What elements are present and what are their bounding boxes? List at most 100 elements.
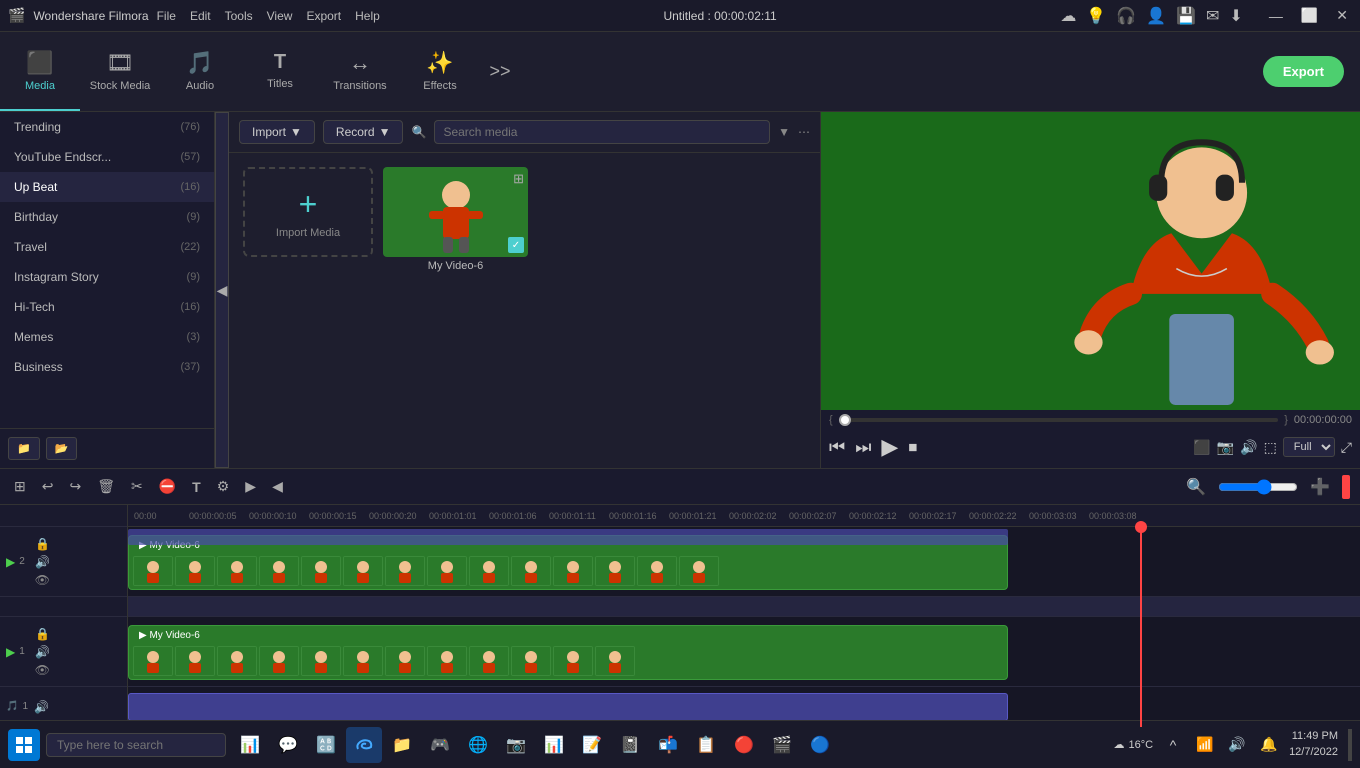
track-v1-lock[interactable]: 🔒 <box>33 626 52 642</box>
taskbar-excel-btn[interactable]: 📊 <box>536 727 572 763</box>
user-icon[interactable]: 👤 <box>1146 6 1166 26</box>
headphone-icon[interactable]: 🎧 <box>1116 6 1136 26</box>
taskbar-search[interactable] <box>46 733 226 757</box>
category-travel[interactable]: Travel (22) <box>0 232 214 262</box>
toolbar-audio[interactable]: 🎵 Audio <box>160 32 240 111</box>
category-memes[interactable]: Memes (3) <box>0 322 214 352</box>
media-search-input[interactable] <box>434 120 770 144</box>
step-back-btn[interactable]: ⏭ <box>855 437 871 458</box>
download-icon[interactable]: ⬇ <box>1229 6 1242 26</box>
taskbar-word-btn[interactable]: 📝 <box>574 727 610 763</box>
taskbar-chrome-btn[interactable]: 🌐 <box>460 727 496 763</box>
media-item-myvideo6[interactable]: ⊞ ✓ My Video-6 <box>383 167 528 272</box>
zoom-out-btn[interactable]: 🔍 <box>1182 475 1210 499</box>
taskbar-widget-btn[interactable]: 📊 <box>232 727 268 763</box>
system-clock[interactable]: 11:49 PM 12/7/2022 <box>1289 729 1338 760</box>
category-youtube[interactable]: YouTube Endscr... (57) <box>0 142 214 172</box>
stop-btn[interactable]: ⏹ <box>908 437 917 458</box>
tray-arrow[interactable]: ^ <box>1159 731 1187 759</box>
panel-collapse-button[interactable]: ◀ <box>215 112 229 468</box>
bulb-icon[interactable]: 💡 <box>1086 6 1106 26</box>
show-desktop-btn[interactable] <box>1348 729 1352 761</box>
new-folder-btn[interactable]: 📁 <box>8 437 40 460</box>
taskbar-store-btn[interactable]: 🔠 <box>308 727 344 763</box>
menu-edit[interactable]: Edit <box>190 9 211 23</box>
a1-audio-clip[interactable] <box>128 693 1008 721</box>
prev-btn[interactable]: ◀ <box>268 476 287 497</box>
toolbar-stock-media[interactable]: 🎞 Stock Media <box>80 32 160 111</box>
toolbar-transitions[interactable]: ↔ Transitions <box>320 32 400 111</box>
menu-view[interactable]: View <box>267 9 293 23</box>
zoom-slider[interactable] <box>1218 479 1298 495</box>
toolbar-media[interactable]: ⬛ Media <box>0 32 80 111</box>
taskbar-explorer-btn[interactable]: 📁 <box>384 727 420 763</box>
screenshot-btn[interactable]: 📷 <box>1217 439 1234 456</box>
toolbar-more[interactable]: >> <box>480 32 520 111</box>
save-icon[interactable]: 💾 <box>1176 6 1196 26</box>
undo-btn[interactable]: ↩ <box>38 476 58 497</box>
expand-btn[interactable]: ⤢ <box>1341 439 1352 456</box>
export-button[interactable]: Export <box>1263 56 1344 87</box>
v2-audio-clip[interactable] <box>128 529 1008 545</box>
timeline-grid-btn[interactable]: ⊞ <box>10 476 30 497</box>
cloud-icon[interactable]: ☁ <box>1060 6 1076 26</box>
import-folder-btn[interactable]: 📂 <box>46 437 78 460</box>
taskbar-edge-btn[interactable] <box>346 727 382 763</box>
taskbar-filmora-btn[interactable]: 🎬 <box>764 727 800 763</box>
track-v1-eye[interactable]: 👁 <box>33 662 52 678</box>
category-upbeat[interactable]: Up Beat (16) <box>0 172 214 202</box>
import-media-box[interactable]: + Import Media <box>243 167 373 257</box>
start-button[interactable] <box>8 729 40 761</box>
toolbar-titles[interactable]: T Titles <box>240 32 320 111</box>
zoom-in-btn[interactable]: ➕ <box>1306 475 1334 499</box>
network-icon[interactable]: 📶 <box>1191 731 1219 759</box>
category-birthday[interactable]: Birthday (9) <box>0 202 214 232</box>
toolbar-effects[interactable]: ✨ Effects <box>400 32 480 111</box>
track-v2-eye[interactable]: 👁 <box>33 572 52 588</box>
menu-tools[interactable]: Tools <box>225 9 253 23</box>
track-a1-mute[interactable]: 🔊 <box>32 699 51 715</box>
cut-btn[interactable]: ✂ <box>127 476 147 497</box>
quality-select[interactable]: Full 1/2 1/4 <box>1283 437 1335 457</box>
notification-icon[interactable]: 🔔 <box>1255 731 1283 759</box>
track-v1-clip[interactable]: ▶ My Video-6 <box>128 625 1008 680</box>
prev-frame-btn[interactable]: ⏮ <box>829 437 845 458</box>
play-btn[interactable]: ▶ <box>881 434 898 460</box>
category-business[interactable]: Business (37) <box>0 352 214 382</box>
category-instagram[interactable]: Instagram Story (9) <box>0 262 214 292</box>
more-options-icon[interactable]: ⋯ <box>798 125 810 139</box>
track-v2-mute[interactable]: 🔊 <box>33 554 52 570</box>
volume-icon[interactable]: 🔊 <box>1223 731 1251 759</box>
seekbar-handle[interactable] <box>839 414 851 426</box>
taskbar-opera-btn[interactable]: 🔴 <box>726 727 762 763</box>
disable-btn[interactable]: ⛔ <box>155 476 180 497</box>
win-close[interactable]: ✕ <box>1332 7 1352 24</box>
preview-seekbar[interactable] <box>839 418 1279 422</box>
category-trending[interactable]: Trending (76) <box>0 112 214 142</box>
record-button[interactable]: Record ▼ <box>323 120 404 144</box>
delete-btn[interactable]: 🗑 <box>93 476 119 497</box>
taskbar-instagram-btn[interactable]: 📷 <box>498 727 534 763</box>
taskbar-powerpoint-btn[interactable]: 📋 <box>688 727 724 763</box>
taskbar-cortana-btn[interactable]: 🔵 <box>802 727 838 763</box>
fullscreen-btn[interactable]: ⬛ <box>1193 439 1210 456</box>
taskbar-outlook-btn[interactable]: 📬 <box>650 727 686 763</box>
volume-btn[interactable]: 🔊 <box>1240 439 1257 456</box>
menu-help[interactable]: Help <box>355 9 380 23</box>
playhead[interactable] <box>1140 527 1142 727</box>
text-btn[interactable]: T <box>188 477 205 497</box>
taskbar-teams-btn[interactable]: 💬 <box>270 727 306 763</box>
settings-btn[interactable]: ⚙ <box>213 476 234 497</box>
taskbar-onenote-btn[interactable]: 📓 <box>612 727 648 763</box>
playhead-handle[interactable] <box>1135 521 1147 533</box>
import-button[interactable]: Import ▼ <box>239 120 315 144</box>
win-minimize[interactable]: — <box>1265 8 1287 24</box>
redo-btn[interactable]: ↪ <box>65 476 85 497</box>
aspect-ratio-btn[interactable]: ⬚ <box>1264 439 1277 456</box>
track-v1-mute[interactable]: 🔊 <box>33 644 52 660</box>
win-maximize[interactable]: ⬜ <box>1297 7 1322 24</box>
menu-export[interactable]: Export <box>306 9 341 23</box>
taskbar-apps-btn[interactable]: 🎮 <box>422 727 458 763</box>
menu-file[interactable]: File <box>157 9 176 23</box>
category-hitech[interactable]: Hi-Tech (16) <box>0 292 214 322</box>
